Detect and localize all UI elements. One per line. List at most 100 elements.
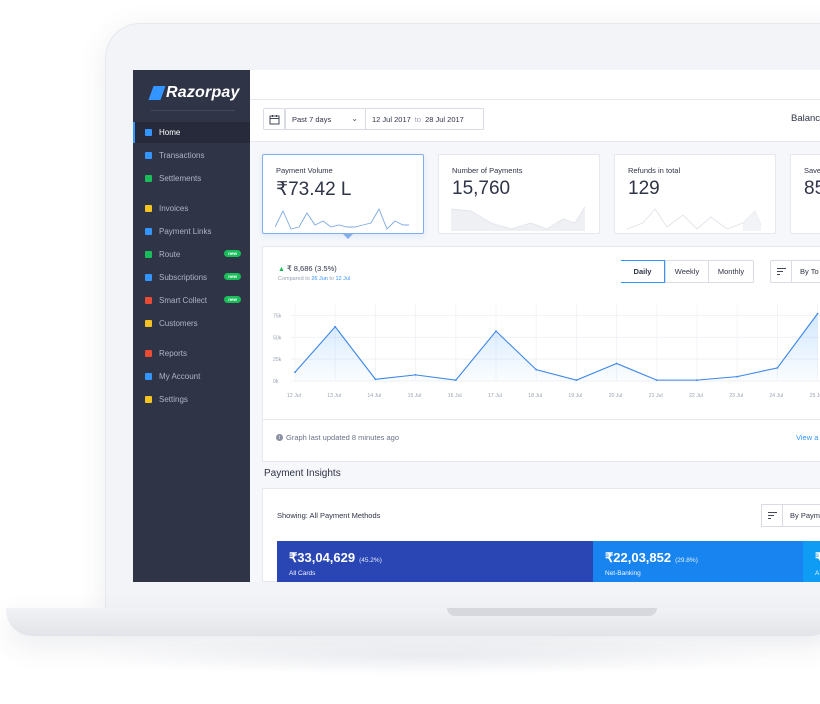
card-label: Payment Volume <box>276 166 333 175</box>
calendar-button[interactable] <box>263 108 285 130</box>
card-label: Save <box>804 166 820 175</box>
x-tick-label: 19 Jul <box>568 393 582 399</box>
payment-volume-sparkline <box>275 207 409 230</box>
balance-label: Balanc <box>791 113 820 124</box>
sidebar-item-payment-links[interactable]: Payment Links <box>133 221 250 242</box>
data-point <box>294 371 296 374</box>
card-refunds[interactable]: Refunds in total 129 <box>614 154 776 234</box>
transactions-icon <box>145 152 152 159</box>
card-value: 129 <box>628 178 660 199</box>
sidebar-item-settlements[interactable]: Settlements <box>133 168 250 189</box>
route-icon <box>145 251 152 258</box>
card-label: Number of Payments <box>452 166 523 175</box>
card-payment-volume[interactable]: Payment Volume ₹73.42 L <box>262 154 424 234</box>
reports-icon <box>145 350 152 357</box>
sidebar-item-label: Settlements <box>159 174 202 183</box>
sidebar-item-smart-collect[interactable]: Smart Collect new <box>133 290 250 311</box>
card-label: Refunds in total <box>628 166 681 175</box>
active-card-pointer <box>342 233 354 239</box>
sidebar-item-invoices[interactable]: Invoices <box>133 198 250 219</box>
x-tick-label: 15 Jul <box>408 393 422 399</box>
method-amount: ₹33,04,629 <box>289 550 356 565</box>
data-point <box>535 368 538 371</box>
date-from: 12 Jul 2017 <box>372 114 411 124</box>
payments-sparkline <box>451 206 586 231</box>
data-point <box>575 379 578 382</box>
data-point <box>495 330 497 333</box>
method-name: Net-Banking <box>605 570 641 577</box>
sidebar-item-route[interactable]: Route new <box>133 244 250 265</box>
method-tile-cards[interactable]: ₹33,04,629 (45.2%) All Cards <box>277 541 593 582</box>
sidebar-item-reports[interactable]: Reports <box>133 343 250 364</box>
new-badge: new <box>224 296 241 303</box>
sidebar-item-settings[interactable]: Settings <box>133 389 250 410</box>
x-tick-label: 17 Jul <box>488 393 502 399</box>
chart-area <box>295 313 818 381</box>
card-number-of-payments[interactable]: Number of Payments 15,760 <box>438 154 600 234</box>
chart-sort-select[interactable]: By To <box>791 260 820 283</box>
toggle-daily[interactable]: Daily <box>621 260 665 283</box>
account-icon <box>145 373 152 380</box>
toggle-weekly[interactable]: Weekly <box>665 261 708 282</box>
invoices-icon <box>145 205 152 212</box>
method-tile-third[interactable]: ₹ A <box>803 541 820 582</box>
compare-prefix: Compared to <box>278 276 310 282</box>
period-value: Past 7 days <box>292 114 332 124</box>
view-all-link[interactable]: View a <box>796 433 818 442</box>
period-select[interactable]: Past 7 days ⌄ <box>285 108 366 130</box>
x-tick-label: 12 Jul <box>287 393 301 399</box>
info-icon: i <box>276 434 283 441</box>
compare-to-word: to <box>329 276 334 282</box>
data-point <box>374 378 377 381</box>
sidebar-item-label: Transactions <box>159 151 205 160</box>
home-icon <box>145 129 152 136</box>
granularity-toggle: Daily Weekly Monthly <box>621 260 754 283</box>
sidebar-item-label: Invoices <box>159 204 189 213</box>
x-tick-label: 14 Jul <box>367 393 381 399</box>
insights-title: Payment Insights <box>264 468 341 479</box>
sidebar-item-my-account[interactable]: My Account <box>133 366 250 387</box>
sort-button[interactable] <box>770 260 792 283</box>
data-point <box>816 312 819 315</box>
card-value: 15,760 <box>452 178 511 199</box>
compare-to: 12 Jul <box>335 276 351 282</box>
settlements-icon <box>145 175 152 182</box>
method-tile-netbanking[interactable]: ₹22,03,852 (29.8%) Net-Banking <box>593 541 803 582</box>
sort-icon <box>767 512 777 519</box>
x-tick-label: 23 Jul <box>729 393 743 399</box>
insights-sort-select[interactable]: By Payme <box>782 504 820 527</box>
chart-line <box>294 313 819 381</box>
y-tick-label: 25k <box>273 357 282 363</box>
card-value: ₹73.42 L <box>276 179 352 200</box>
insights-sort-button[interactable] <box>761 504 783 527</box>
data-point <box>655 379 658 382</box>
sidebar-item-subscriptions[interactable]: Subscriptions new <box>133 267 250 288</box>
x-tick-label: 20 Jul <box>609 393 623 399</box>
chevron-down-icon: ⌄ <box>351 114 358 123</box>
brand-name: Razorpay <box>166 84 240 101</box>
method-percent: (29.8%) <box>675 557 698 564</box>
sidebar-item-label: Reports <box>159 349 188 358</box>
x-tick-label: 22 Jul <box>689 393 703 399</box>
card-value: 85 <box>804 178 820 199</box>
brand-logo[interactable]: Razorpay <box>148 82 240 104</box>
sidebar-item-label: Home <box>159 128 181 137</box>
x-tick-label: 13 Jul <box>327 393 341 399</box>
card-save[interactable]: Save 85 <box>790 154 820 234</box>
showing-value[interactable]: All Payment Methods <box>310 511 381 520</box>
delta-value: ▲ ₹ 8,686 (3.5%) <box>278 264 337 273</box>
toggle-monthly[interactable]: Monthly <box>708 261 753 282</box>
sidebar-item-transactions[interactable]: Transactions <box>133 145 250 166</box>
laptop-base <box>6 608 820 636</box>
date-range-input[interactable]: 12 Jul 2017 to 28 Jul 2017 <box>366 108 484 130</box>
subscriptions-icon <box>145 274 152 281</box>
showing-label: Showing: All Payment Methods <box>277 511 380 520</box>
date-to: 28 Jul 2017 <box>425 114 464 124</box>
sidebar-item-customers[interactable]: Customers <box>133 313 250 334</box>
method-amount: ₹ <box>815 550 820 565</box>
x-tick-label: 25 Jul <box>810 393 820 399</box>
smart-collect-icon <box>145 297 152 304</box>
data-point <box>776 366 779 369</box>
sidebar-item-home[interactable]: Home <box>133 122 250 143</box>
settings-icon <box>145 396 152 403</box>
